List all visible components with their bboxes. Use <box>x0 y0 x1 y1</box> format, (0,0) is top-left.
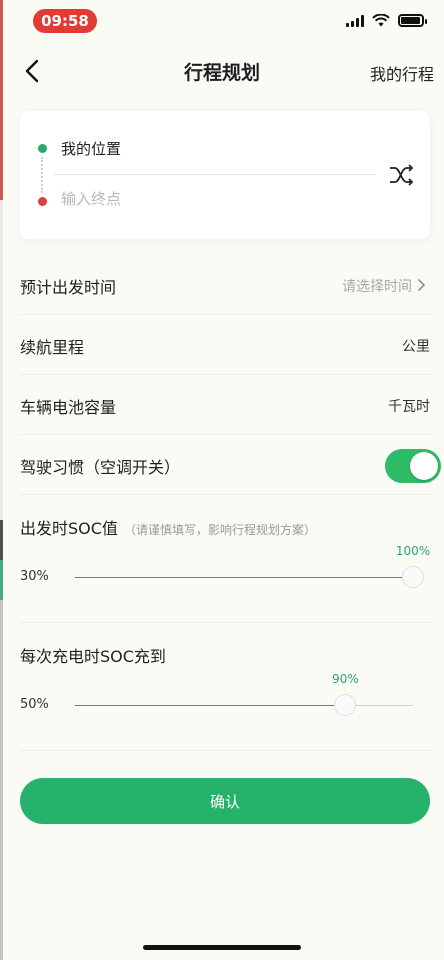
range-unit: 公里 <box>402 339 430 355</box>
wifi-icon <box>372 14 390 27</box>
status-bar: 09:58 <box>0 0 444 44</box>
swap-route-icon[interactable] <box>388 163 414 187</box>
battery-capacity-row[interactable]: 车辆电池容量 千瓦时 <box>20 375 430 435</box>
soc-start-slider-fill <box>75 577 413 578</box>
signal-icon <box>346 14 364 27</box>
chevron-right-icon <box>417 278 426 292</box>
confirm-button[interactable]: 确认 <box>20 778 430 824</box>
end-point-icon <box>38 197 47 206</box>
range-row[interactable]: 续航里程 公里 <box>20 315 430 375</box>
soc-start-min-label: 30% <box>20 569 49 584</box>
status-icons <box>346 14 427 27</box>
driving-habit-row: 驾驶习惯（空调开关） <box>20 435 441 495</box>
soc-charge-value-label: 90% <box>332 672 359 686</box>
driving-habit-label: 驾驶习惯（空调开关） <box>20 458 181 477</box>
range-label: 续航里程 <box>20 338 85 357</box>
background-page-edge <box>0 0 3 960</box>
my-trips-link[interactable]: 我的行程 <box>370 61 434 85</box>
soc-charge-slider-fill <box>75 705 346 706</box>
soc-start-section: 出发时SOC值 （请谨慎填写，影响行程规划方案） 30% 100% <box>20 495 430 623</box>
ac-toggle-switch[interactable] <box>385 449 441 483</box>
battery-capacity-label: 车辆电池容量 <box>20 398 117 417</box>
nav-header: 行程规划 我的行程 <box>0 48 444 94</box>
start-point-icon <box>38 144 47 153</box>
soc-charge-section: 每次充电时SOC充到 50% 90% <box>20 623 430 751</box>
destination-input[interactable] <box>61 190 361 208</box>
soc-start-slider[interactable]: 100% <box>75 544 430 588</box>
status-time: 09:58 <box>33 9 97 33</box>
route-connector <box>41 157 43 193</box>
soc-charge-title: 每次充电时SOC充到 <box>20 647 166 666</box>
battery-icon <box>398 14 427 27</box>
departure-time-row[interactable]: 预计出发时间 请选择时间 <box>20 255 430 315</box>
soc-charge-slider-thumb[interactable] <box>334 694 357 716</box>
toggle-knob <box>410 452 438 480</box>
battery-capacity-unit: 千瓦时 <box>388 399 430 415</box>
soc-start-hint: （请谨慎填写，影响行程规划方案） <box>123 523 316 537</box>
route-divider <box>54 174 376 175</box>
soc-start-title: 出发时SOC值 （请谨慎填写，影响行程规划方案） <box>20 519 316 538</box>
route-card: 我的位置 <box>20 111 430 239</box>
soc-charge-slider[interactable]: 90% <box>75 672 413 716</box>
home-indicator <box>143 945 301 950</box>
departure-time-value[interactable]: 请选择时间 <box>342 276 412 296</box>
soc-charge-min-label: 50% <box>20 697 49 712</box>
departure-time-label: 预计出发时间 <box>20 278 117 297</box>
soc-start-slider-thumb[interactable] <box>402 566 424 588</box>
soc-start-value-label: 100% <box>395 544 431 558</box>
origin-field[interactable]: 我的位置 <box>61 138 121 159</box>
